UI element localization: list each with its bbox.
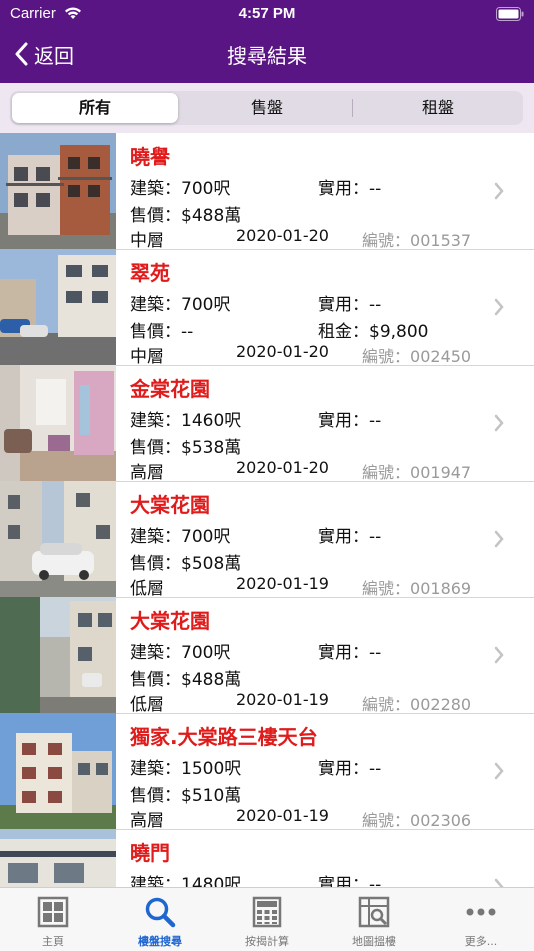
tab-home[interactable]: 主頁 [0,888,106,951]
listing-date: 2020-01-20 [236,226,329,245]
listing-name: 大棠花園 [130,493,210,517]
navigation-header: Carrier 4:57 PM 返回 搜尋結果 [0,0,534,83]
ref-number: 編號：002450 [362,347,472,366]
listing-photo [0,597,116,713]
listing-photo [0,249,116,365]
sale-price: 售價：$538萬 [130,438,242,458]
listing-date: 2020-01-20 [236,342,329,361]
sale-price: 售價：$508萬 [130,554,242,574]
usable-area: 實用：-- [318,179,382,199]
listing-date: 2020-01-19 [236,690,329,709]
segment-sale[interactable]: 售盤 [182,91,352,125]
tab-map-search[interactable]: 地圖搵樓 [321,888,427,951]
chevron-right-icon [494,762,504,780]
floor-level: 中層 [130,347,164,367]
floor-level: 低層 [130,695,164,715]
listing-photo [0,481,116,597]
sale-price: 售價：-- [130,322,194,342]
calculator-icon [252,896,282,928]
building-area: 建築：700呎 [130,643,231,663]
listing-name: 曉譽 [130,145,170,169]
chevron-right-icon [494,646,504,664]
floor-level: 高層 [130,811,164,831]
building-area: 建築：1460呎 [130,411,242,431]
listing-date: 2020-01-19 [236,574,329,593]
chevron-right-icon [494,298,504,316]
grid-icon [37,896,69,928]
tab-label: 樓盤搜尋 [138,935,182,948]
usable-area: 實用：-- [318,759,382,779]
ref-number: 編號：001947 [362,463,472,482]
sale-price: 售價：$510萬 [130,786,242,806]
listing-row[interactable]: 曉門 建築：1480呎 實用：-- [0,829,534,887]
sale-price: 售價：$488萬 [130,670,242,690]
search-icon [145,897,176,928]
listing-row[interactable]: 大棠花園 建築：700呎 實用：-- 售價：$488萬 低層 2020-01-1… [0,597,534,715]
listing-photo [0,133,116,249]
listing-name: 金棠花園 [130,377,210,401]
building-area: 建築：1480呎 [130,875,242,887]
listing-name: 翠苑 [130,261,170,285]
usable-area: 實用：-- [318,295,382,315]
listing-row[interactable]: 獨家.大棠路三樓天台 建築：1500呎 實用：-- 售價：$510萬 高層 20… [0,713,534,831]
listing-row[interactable]: 金棠花園 建築：1460呎 實用：-- 售價：$538萬 高層 2020-01-… [0,365,534,483]
building-area: 建築：700呎 [130,295,231,315]
ref-number: 編號：001869 [362,579,472,598]
more-icon [466,908,496,916]
clock: 4:57 PM [238,5,296,22]
segmented-control: 所有 售盤 租盤 [10,91,523,125]
tab-label: 主頁 [42,935,64,948]
listing-photo [0,713,116,829]
listing-name: 獨家.大棠路三樓天台 [130,725,318,749]
segment-rent[interactable]: 租盤 [353,91,523,125]
tab-label: 地圖搵樓 [352,935,396,948]
floor-level: 中層 [130,231,164,251]
ref-number: 編號：002280 [362,695,472,714]
usable-area: 實用：-- [318,643,382,663]
usable-area: 實用：-- [318,527,382,547]
chevron-right-icon [494,530,504,548]
listing-photo [0,365,116,481]
map-search-icon [358,896,390,928]
building-area: 建築：700呎 [130,527,231,547]
page-title: 搜尋結果 [227,44,307,68]
status-bar: Carrier 4:57 PM [0,0,534,30]
chevron-right-icon [494,414,504,432]
listing-table: 曉譽 建築：700呎 實用：-- 售價：$488萬 中層 2020-01-20 … [0,133,534,887]
tab-more[interactable]: 更多... [428,888,534,951]
listing-row[interactable]: 大棠花園 建築：700呎 實用：-- 售價：$508萬 低層 2020-01-1… [0,481,534,599]
chevron-right-icon [494,182,504,200]
filter-bar: 所有 售盤 租盤 [0,83,534,133]
listing-row[interactable]: 曉譽 建築：700呎 實用：-- 售價：$488萬 中層 2020-01-20 … [0,133,534,251]
ref-number: 編號：001537 [362,231,472,250]
tab-property-search[interactable]: 樓盤搜尋 [107,888,213,951]
building-area: 建築：1500呎 [130,759,242,779]
usable-area: 實用：-- [318,875,382,887]
battery-icon [496,7,524,21]
floor-level: 低層 [130,579,164,599]
floor-level: 高層 [130,463,164,483]
listing-name: 大棠花園 [130,609,210,633]
chevron-right-icon [494,878,504,887]
listing-date: 2020-01-20 [236,458,329,477]
ref-number: 編號：002306 [362,811,472,830]
segment-all[interactable]: 所有 [12,93,178,123]
listing-name: 曉門 [130,841,170,865]
building-area: 建築：700呎 [130,179,231,199]
tab-label: 按揭計算 [245,935,289,948]
sale-price: 售價：$488萬 [130,206,242,226]
tab-label: 更多... [464,935,498,948]
rent-price: 租金：$9,800 [318,322,429,342]
listing-row[interactable]: 翠苑 建築：700呎 實用：-- 售價：-- 租金：$9,800 中層 2020… [0,249,534,367]
tab-mortgage-calculator[interactable]: 按揭計算 [214,888,320,951]
usable-area: 實用：-- [318,411,382,431]
tab-bar: 主頁 樓盤搜尋 按揭計算 地圖搵樓 更多... [0,887,534,951]
listing-photo [0,829,116,887]
listing-date: 2020-01-19 [236,806,329,825]
